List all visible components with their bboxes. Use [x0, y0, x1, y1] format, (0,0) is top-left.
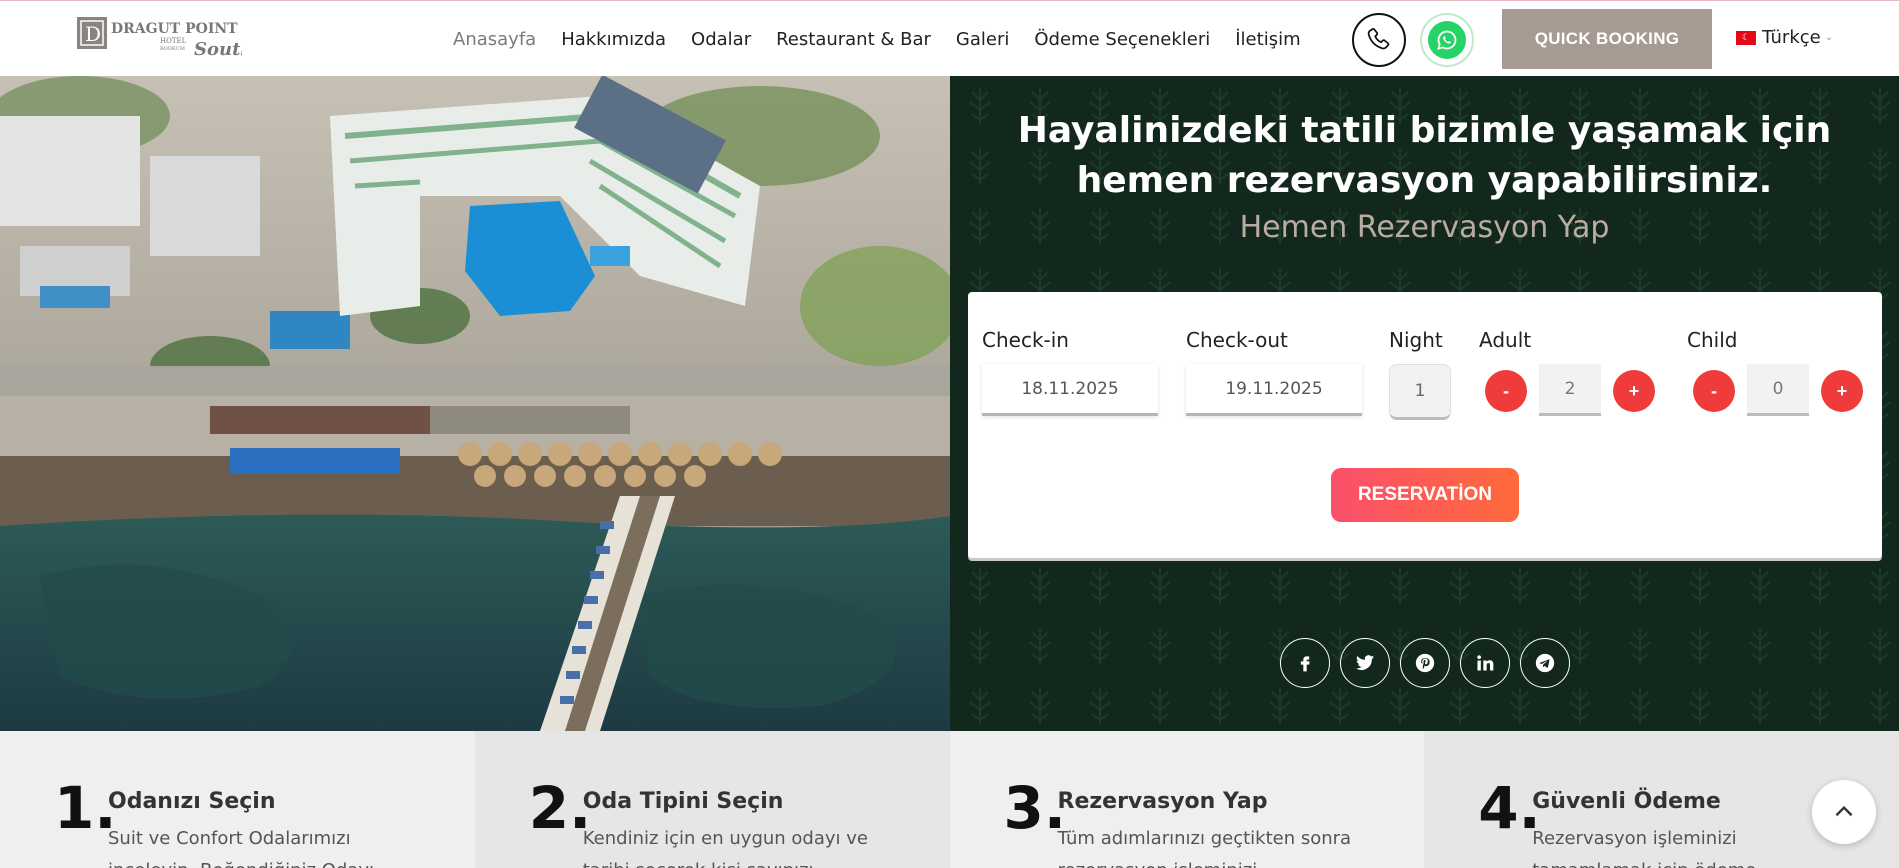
step-title: Oda Tipini Seçin: [582, 789, 784, 814]
step-description: Rezervasyon işleminizi tamamlamak için ö…: [1532, 828, 1756, 868]
child-label: Child: [1687, 328, 1738, 352]
reservation-button[interactable]: RESERVATİON: [1331, 468, 1519, 522]
whatsapp-icon: [1428, 21, 1466, 59]
step-title: Odanızı Seçin: [108, 789, 276, 814]
child-increment-button[interactable]: +: [1821, 370, 1863, 412]
scroll-to-top-button[interactable]: [1812, 780, 1876, 844]
hero-subtitle: Hemen Rezervasyon Yap: [1239, 210, 1610, 245]
nav-item-restaurant-bar[interactable]: Restaurant & Bar: [776, 29, 931, 50]
language-selector[interactable]: ☾ Türkçe ⌄: [1736, 27, 1833, 48]
step-card: 3. Rezervasyon Yap Tüm adımlarınızı geçt…: [949, 731, 1425, 868]
adult-label: Adult: [1479, 328, 1532, 352]
checkin-input[interactable]: 18.11.2025: [982, 364, 1158, 416]
step-description: Suit ve Confort Odalarımızı inceleyin. B…: [108, 828, 374, 868]
checkout-label: Check-out: [1186, 328, 1288, 352]
nav-item-iletisim[interactable]: İletişim: [1235, 29, 1300, 50]
adult-increment-button[interactable]: +: [1613, 370, 1655, 412]
nav-item-hakkimizda[interactable]: Hakkımızda: [561, 29, 666, 50]
step-card: 2. Oda Tipini Seçin Kendiniz için en uyg…: [474, 731, 950, 868]
nav-item-anasayfa[interactable]: Anasayfa: [453, 29, 536, 50]
child-decrement-button[interactable]: -: [1693, 370, 1735, 412]
main-navigation: Anasayfa Hakkımızda Odalar Restaurant & …: [453, 1, 1326, 77]
pinterest-icon[interactable]: [1400, 638, 1450, 688]
adult-count-input[interactable]: 2: [1539, 364, 1601, 416]
hero-title: Hayalinizdeki tatili bizimle yaşamak içi…: [1017, 110, 1832, 201]
nav-item-odeme-secenekleri[interactable]: Ödeme Seçenekleri: [1034, 29, 1210, 50]
hotel-logo[interactable]: D DRAGUT POINT HOTEL BODRUM South: [76, 15, 254, 60]
facebook-icon[interactable]: [1280, 638, 1330, 688]
adult-decrement-button[interactable]: -: [1485, 370, 1527, 412]
step-card: 1. Odanızı Seçin Suit ve Confort Odaları…: [0, 731, 475, 868]
reservation-panel: Hayalinizdeki tatili bizimle yaşamak içi…: [950, 76, 1899, 731]
site-header: D DRAGUT POINT HOTEL BODRUM South Anasay…: [0, 0, 1899, 76]
step-description: Tüm adımlarınızı geçtikten sonra rezerva…: [1057, 828, 1352, 868]
phone-button[interactable]: [1352, 13, 1406, 67]
svg-text:D: D: [85, 22, 101, 46]
quick-booking-button[interactable]: QUICK BOOKING: [1502, 9, 1712, 69]
hotel-aerial-photo: [0, 76, 950, 731]
telegram-icon[interactable]: [1520, 638, 1570, 688]
whatsapp-button[interactable]: [1420, 13, 1474, 67]
nav-item-odalar[interactable]: Odalar: [691, 29, 751, 50]
svg-text:South: South: [194, 39, 242, 59]
social-links: [1280, 638, 1580, 688]
phone-icon: [1367, 28, 1390, 50]
svg-text:DRAGUT POINT: DRAGUT POINT: [111, 21, 238, 37]
chevron-down-icon: ⌄: [1824, 32, 1834, 43]
linkedin-icon[interactable]: [1460, 638, 1510, 688]
night-label: Night: [1389, 328, 1443, 352]
nav-item-galeri[interactable]: Galeri: [956, 29, 1009, 50]
turkey-flag-icon: ☾: [1736, 30, 1756, 45]
twitter-icon[interactable]: [1340, 638, 1390, 688]
checkout-input[interactable]: 19.11.2025: [1186, 364, 1362, 416]
checkin-label: Check-in: [982, 328, 1069, 352]
svg-text:BODRUM: BODRUM: [160, 46, 185, 52]
booking-steps: 1. Odanızı Seçin Suit ve Confort Odaları…: [0, 731, 1899, 868]
language-label: Türkçe: [1762, 27, 1821, 48]
step-title: Rezervasyon Yap: [1057, 789, 1268, 814]
svg-text:HOTEL: HOTEL: [160, 37, 187, 45]
night-input[interactable]: 1: [1389, 364, 1451, 420]
step-title: Güvenli Ödeme: [1532, 789, 1721, 814]
booking-form: Check-in 18.11.2025 Check-out 19.11.2025…: [968, 292, 1882, 558]
step-description: Kendiniz için en uygun odayı ve tarihi s…: [582, 828, 868, 868]
chevron-up-icon: [1835, 805, 1853, 817]
child-count-input[interactable]: 0: [1747, 364, 1809, 416]
